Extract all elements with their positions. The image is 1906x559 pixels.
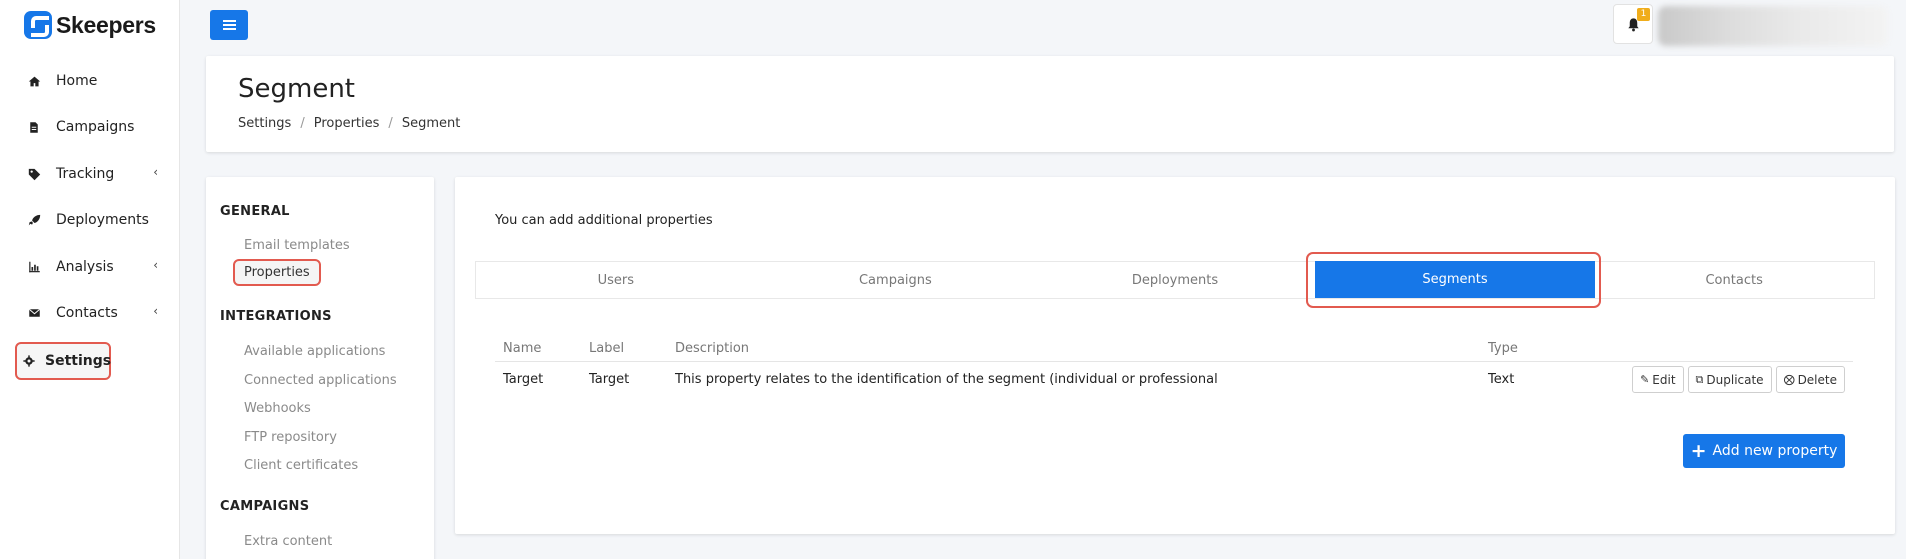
- properties-panel: You can add additional properties Users …: [455, 177, 1895, 534]
- notifications-button[interactable]: 1: [1613, 4, 1653, 44]
- gear-icon: [23, 353, 35, 369]
- delete-button[interactable]: ⨂ Delete: [1775, 366, 1845, 393]
- edit-icon: ✎: [1640, 373, 1650, 386]
- envelope-icon: [26, 305, 42, 321]
- user-menu-avatar[interactable]: [1658, 6, 1888, 46]
- menu-link-available-applications[interactable]: Available applications: [244, 344, 385, 359]
- table-header: Name Label Description Type: [495, 335, 1853, 362]
- menu-link-ftp-repository[interactable]: FTP repository: [244, 430, 337, 445]
- chevron-left-icon: ‹: [153, 304, 158, 318]
- tab-segments[interactable]: Segments: [1315, 261, 1595, 298]
- sidebar-item-contacts[interactable]: Contacts ‹: [16, 294, 166, 332]
- sidebar-item-label: Deployments: [56, 212, 149, 228]
- tab-users[interactable]: Users: [476, 262, 756, 298]
- sidebar-item-tracking[interactable]: Tracking ‹: [16, 155, 166, 193]
- notification-count-badge: 1: [1637, 8, 1650, 21]
- page-header: Segment Settings / Properties / Segment: [206, 56, 1894, 152]
- page-title: Segment: [238, 74, 355, 104]
- sidebar-item-analysis[interactable]: Analysis ‹: [16, 248, 166, 286]
- sidebar-item-deployments[interactable]: Deployments: [16, 201, 166, 239]
- sidebar-item-settings[interactable]: Settings: [15, 342, 111, 380]
- sidebar-item-campaigns[interactable]: Campaigns: [16, 108, 166, 146]
- hamburger-icon: [222, 20, 236, 30]
- add-new-property-button[interactable]: + Add new property: [1683, 434, 1845, 468]
- tag-icon: [26, 166, 42, 182]
- section-title-campaigns: CAMPAIGNS: [220, 499, 310, 514]
- plus-icon: +: [1690, 439, 1707, 462]
- cell-label: Target: [589, 372, 630, 387]
- column-header-type: Type: [1488, 341, 1518, 356]
- menu-link-extra-content[interactable]: Extra content: [244, 534, 332, 549]
- sidebar-item-label: Contacts: [56, 305, 118, 321]
- settings-menu: GENERAL Email templates Properties INTEG…: [206, 177, 434, 559]
- properties-table: Name Label Description Type Target Targe…: [495, 335, 1853, 398]
- cell-description: This property relates to the identificat…: [675, 372, 1218, 387]
- chevron-left-icon: ‹: [153, 258, 158, 272]
- duplicate-button[interactable]: ⧉ Duplicate: [1687, 366, 1772, 393]
- intro-text: You can add additional properties: [495, 213, 713, 228]
- menu-link-webhooks[interactable]: Webhooks: [244, 401, 311, 416]
- sidebar-item-home[interactable]: Home: [16, 62, 166, 100]
- sidebar-toggle-button[interactable]: [210, 10, 248, 40]
- column-header-label: Label: [589, 341, 625, 356]
- delete-button-label: Delete: [1797, 372, 1837, 387]
- section-title-integrations: INTEGRATIONS: [220, 309, 332, 324]
- add-new-property-label: Add new property: [1712, 443, 1838, 459]
- edit-button[interactable]: ✎ Edit: [1632, 366, 1684, 393]
- tab-deployments[interactable]: Deployments: [1035, 262, 1315, 298]
- edit-button-label: Edit: [1652, 372, 1676, 387]
- brand-logo[interactable]: Skeepers: [24, 9, 156, 41]
- sidebar-item-label: Tracking: [56, 166, 115, 182]
- section-title-general: GENERAL: [220, 204, 290, 219]
- sidebar-item-label: Settings: [45, 353, 112, 369]
- sidebar: Skeepers Home Campaigns Tracking ‹ Deplo…: [0, 0, 180, 559]
- topbar: 1: [180, 0, 1906, 48]
- sidebar-item-label: Analysis: [56, 259, 114, 275]
- property-tabs: Users Campaigns Deployments Contacts: [475, 261, 1875, 299]
- breadcrumb-properties[interactable]: Properties: [314, 116, 380, 131]
- sidebar-item-label: Home: [56, 73, 98, 89]
- tab-campaigns[interactable]: Campaigns: [756, 262, 1036, 298]
- breadcrumb-settings[interactable]: Settings: [238, 116, 291, 131]
- file-icon: [26, 119, 42, 135]
- breadcrumb: Settings / Properties / Segment: [238, 116, 460, 131]
- row-actions: ✎ Edit ⧉ Duplicate ⨂ Delete: [1632, 366, 1845, 393]
- brand-name: Skeepers: [56, 11, 156, 38]
- breadcrumb-separator: /: [388, 116, 393, 131]
- home-icon: [26, 73, 42, 89]
- cell-type: Text: [1488, 372, 1515, 387]
- menu-link-email-templates[interactable]: Email templates: [244, 238, 350, 253]
- tab-contacts[interactable]: Contacts: [1594, 262, 1874, 298]
- duplicate-button-label: Duplicate: [1706, 372, 1764, 387]
- table-row: Target Target This property relates to t…: [495, 362, 1853, 398]
- menu-link-properties[interactable]: Properties: [233, 259, 321, 286]
- cell-name: Target: [503, 372, 544, 387]
- breadcrumb-separator: /: [300, 116, 305, 131]
- sidebar-item-label: Campaigns: [56, 119, 135, 135]
- breadcrumb-segment: Segment: [401, 116, 461, 131]
- skeepers-logo-icon: [24, 11, 52, 39]
- menu-link-connected-applications[interactable]: Connected applications: [244, 373, 397, 388]
- column-header-name: Name: [503, 341, 542, 356]
- rocket-icon: [26, 212, 42, 228]
- menu-link-client-certificates[interactable]: Client certificates: [244, 458, 358, 473]
- chevron-left-icon: ‹: [153, 165, 158, 179]
- bar-chart-icon: [26, 259, 42, 275]
- column-header-description: Description: [675, 341, 750, 356]
- copy-icon: ⧉: [1695, 372, 1704, 386]
- times-circle-icon: ⨂: [1783, 373, 1795, 386]
